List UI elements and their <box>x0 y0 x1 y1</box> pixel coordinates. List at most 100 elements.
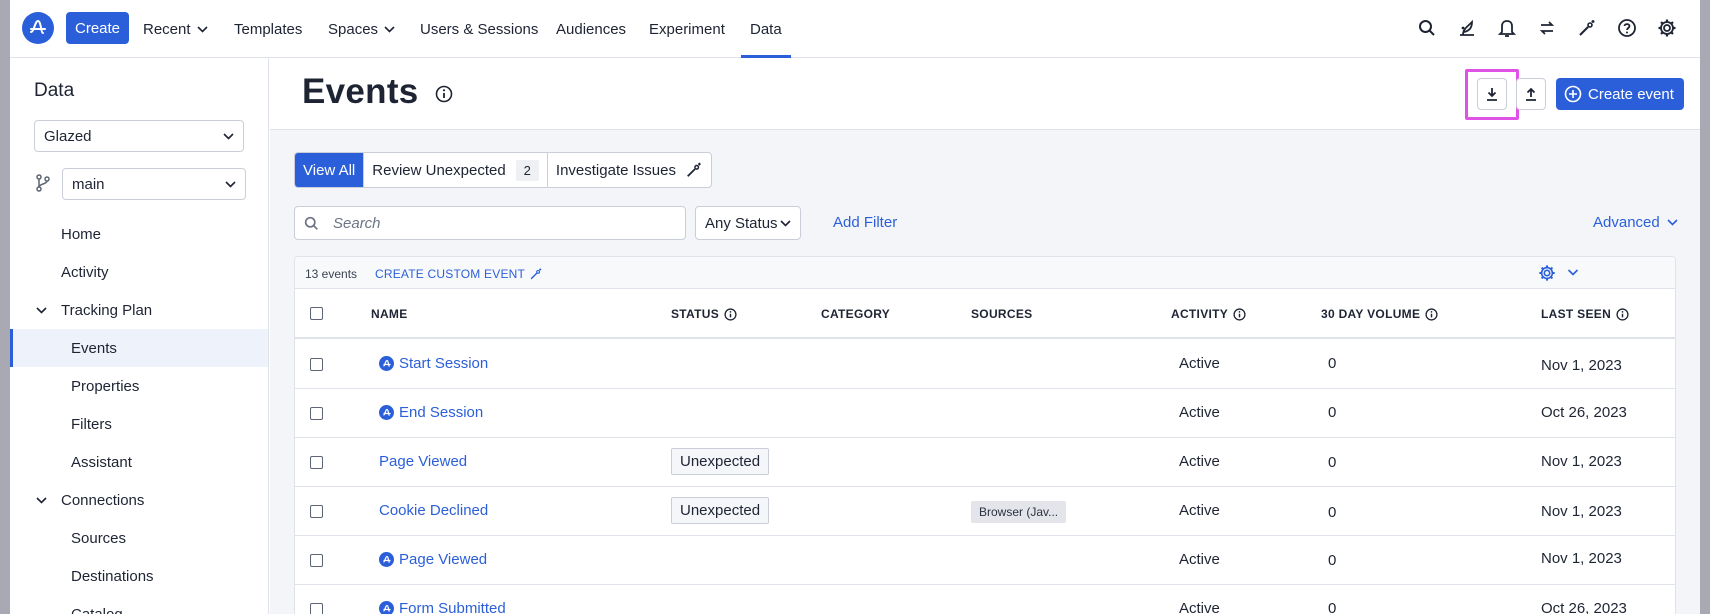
amplitude-logo-icon[interactable] <box>22 12 54 44</box>
table-row[interactable]: End Session Active 0 Oct 26, 2023 <box>295 389 1675 438</box>
event-name-link[interactable]: Cookie Declined <box>379 502 488 519</box>
page-title-text: Events <box>302 72 419 111</box>
volume-cell: 0 <box>1328 355 1337 372</box>
magic-wand-icon <box>687 162 701 177</box>
info-icon <box>1425 307 1438 321</box>
sidebar-item-activity[interactable]: Activity <box>10 253 268 291</box>
amplitude-icon <box>379 356 394 371</box>
nav-recent[interactable]: Recent <box>143 0 208 58</box>
column-activity[interactable]: ACTIVITY <box>1171 307 1246 321</box>
upload-button[interactable] <box>1516 78 1546 110</box>
last-seen-cell: Nov 1, 2023 <box>1541 357 1622 374</box>
column-category[interactable]: CATEGORY <box>821 307 890 321</box>
last-seen-cell: Nov 1, 2023 <box>1541 453 1622 470</box>
tab-review-unexpected[interactable]: Review Unexpected 2 <box>364 153 548 187</box>
table-row[interactable]: Cookie Declined Unexpected Browser (Jav.… <box>295 487 1675 536</box>
chevron-down-icon <box>196 25 208 33</box>
create-custom-event-link[interactable]: CREATE CUSTOM EVENT <box>375 267 543 281</box>
volume-cell: 0 <box>1328 600 1337 614</box>
event-name-link[interactable]: End Session <box>379 404 483 421</box>
chevron-down-icon[interactable] <box>1567 265 1579 281</box>
column-sources[interactable]: SOURCES <box>971 307 1032 321</box>
sidebar-section-connections[interactable]: Connections <box>10 481 268 519</box>
row-checkbox[interactable] <box>310 358 323 371</box>
sidebar-item-assistant[interactable]: Assistant <box>10 443 268 481</box>
event-count: 13 events <box>305 267 358 281</box>
column-last-seen[interactable]: LAST SEEN <box>1541 307 1629 321</box>
row-checkbox[interactable] <box>310 603 323 614</box>
create-event-button[interactable]: Create event <box>1556 78 1684 110</box>
info-icon[interactable] <box>435 85 453 103</box>
sidebar-item-destinations[interactable]: Destinations <box>10 557 268 595</box>
amplitude-icon <box>379 601 394 614</box>
table-row[interactable]: Page Viewed Unexpected Active 0 Nov 1, 2… <box>295 438 1675 487</box>
gear-icon[interactable] <box>1538 264 1556 282</box>
top-nav: Create Recent Templates Spaces Users & S… <box>10 0 1700 58</box>
column-name[interactable]: NAME <box>371 307 408 321</box>
add-filter-link[interactable]: Add Filter <box>833 214 897 231</box>
create-button[interactable]: Create <box>66 12 130 44</box>
nav-spaces[interactable]: Spaces <box>328 0 395 58</box>
sidebar-section-tracking-plan[interactable]: Tracking Plan <box>10 291 268 329</box>
project-select[interactable]: Glazed <box>34 120 244 152</box>
nav-data[interactable]: Data <box>741 0 791 58</box>
download-button[interactable] <box>1477 78 1507 110</box>
tab-view-all[interactable]: View All <box>295 153 365 187</box>
event-name-link[interactable]: Start Session <box>379 355 488 372</box>
gear-icon[interactable] <box>1656 17 1678 39</box>
sidebar-item-home[interactable]: Home <box>10 215 268 253</box>
events-table: 13 events CREATE CUSTOM EVENT NAME STATU… <box>294 256 1676 614</box>
event-name-link[interactable]: Page Viewed <box>379 453 467 470</box>
chevron-down-icon <box>780 219 791 227</box>
sidebar-item-sources[interactable]: Sources <box>10 519 268 557</box>
search-input[interactable] <box>333 214 663 232</box>
project-select-value: Glazed <box>44 127 92 145</box>
status-filter-value: Any Status <box>705 214 778 232</box>
table-row[interactable]: Start Session Active 0 Nov 1, 2023 <box>295 340 1675 389</box>
sidebar-item-label: Assistant <box>71 453 132 471</box>
nav-users-sessions[interactable]: Users & Sessions <box>420 0 538 58</box>
sidebar-item-properties[interactable]: Properties <box>10 367 268 405</box>
row-checkbox[interactable] <box>310 554 323 567</box>
table-row[interactable]: Page Viewed Active 0 Nov 1, 2023 <box>295 536 1675 585</box>
amplitude-icon <box>379 552 394 567</box>
help-icon[interactable] <box>1616 17 1638 39</box>
event-name-link[interactable]: Form Submitted <box>379 600 506 614</box>
chevron-down-icon <box>1667 219 1678 226</box>
select-all-checkbox[interactable] <box>310 307 323 320</box>
row-checkbox[interactable] <box>310 505 323 518</box>
tab-label: Investigate Issues <box>555 161 676 179</box>
column-status[interactable]: STATUS <box>671 307 737 321</box>
nav-templates[interactable]: Templates <box>234 0 302 58</box>
magic-wand-icon[interactable] <box>1576 17 1598 39</box>
event-name: Start Session <box>399 355 489 372</box>
branch-select[interactable]: main <box>62 168 246 200</box>
column-30-day-volume[interactable]: 30 DAY VOLUME <box>1321 307 1438 321</box>
row-checkbox[interactable] <box>310 456 323 469</box>
table-row[interactable]: Form Submitted Active 0 Oct 26, 2023 <box>295 585 1675 614</box>
advanced-toggle[interactable]: Advanced <box>1593 214 1678 231</box>
view-tabs: View All Review Unexpected 2 Investigate… <box>294 152 712 188</box>
branch-icon <box>36 174 50 192</box>
nav-experiment[interactable]: Experiment <box>649 0 725 58</box>
search-field[interactable] <box>294 206 686 240</box>
tab-investigate-issues[interactable]: Investigate Issues <box>548 153 711 187</box>
plant-icon[interactable] <box>1456 17 1478 39</box>
volume-cell: 0 <box>1328 454 1337 471</box>
table-toolbar: 13 events CREATE CUSTOM EVENT <box>295 257 1675 289</box>
nav-audiences[interactable]: Audiences <box>556 0 626 58</box>
chevron-down-icon <box>223 132 234 140</box>
amplitude-icon <box>379 405 394 420</box>
bell-icon[interactable] <box>1496 17 1518 39</box>
event-name-link[interactable]: Page Viewed <box>379 551 487 568</box>
search-icon[interactable] <box>1416 17 1438 39</box>
row-checkbox[interactable] <box>310 407 323 420</box>
swap-arrows-icon[interactable] <box>1536 17 1558 39</box>
info-icon <box>1233 307 1246 321</box>
magic-wand-icon <box>530 268 542 280</box>
sidebar-item-filters[interactable]: Filters <box>10 405 268 443</box>
page-header: Events Create event <box>270 58 1700 130</box>
sidebar-item-events[interactable]: Events <box>10 329 268 367</box>
status-filter-select[interactable]: Any Status <box>695 206 801 240</box>
sidebar-item-catalog[interactable]: Catalog <box>10 595 268 614</box>
